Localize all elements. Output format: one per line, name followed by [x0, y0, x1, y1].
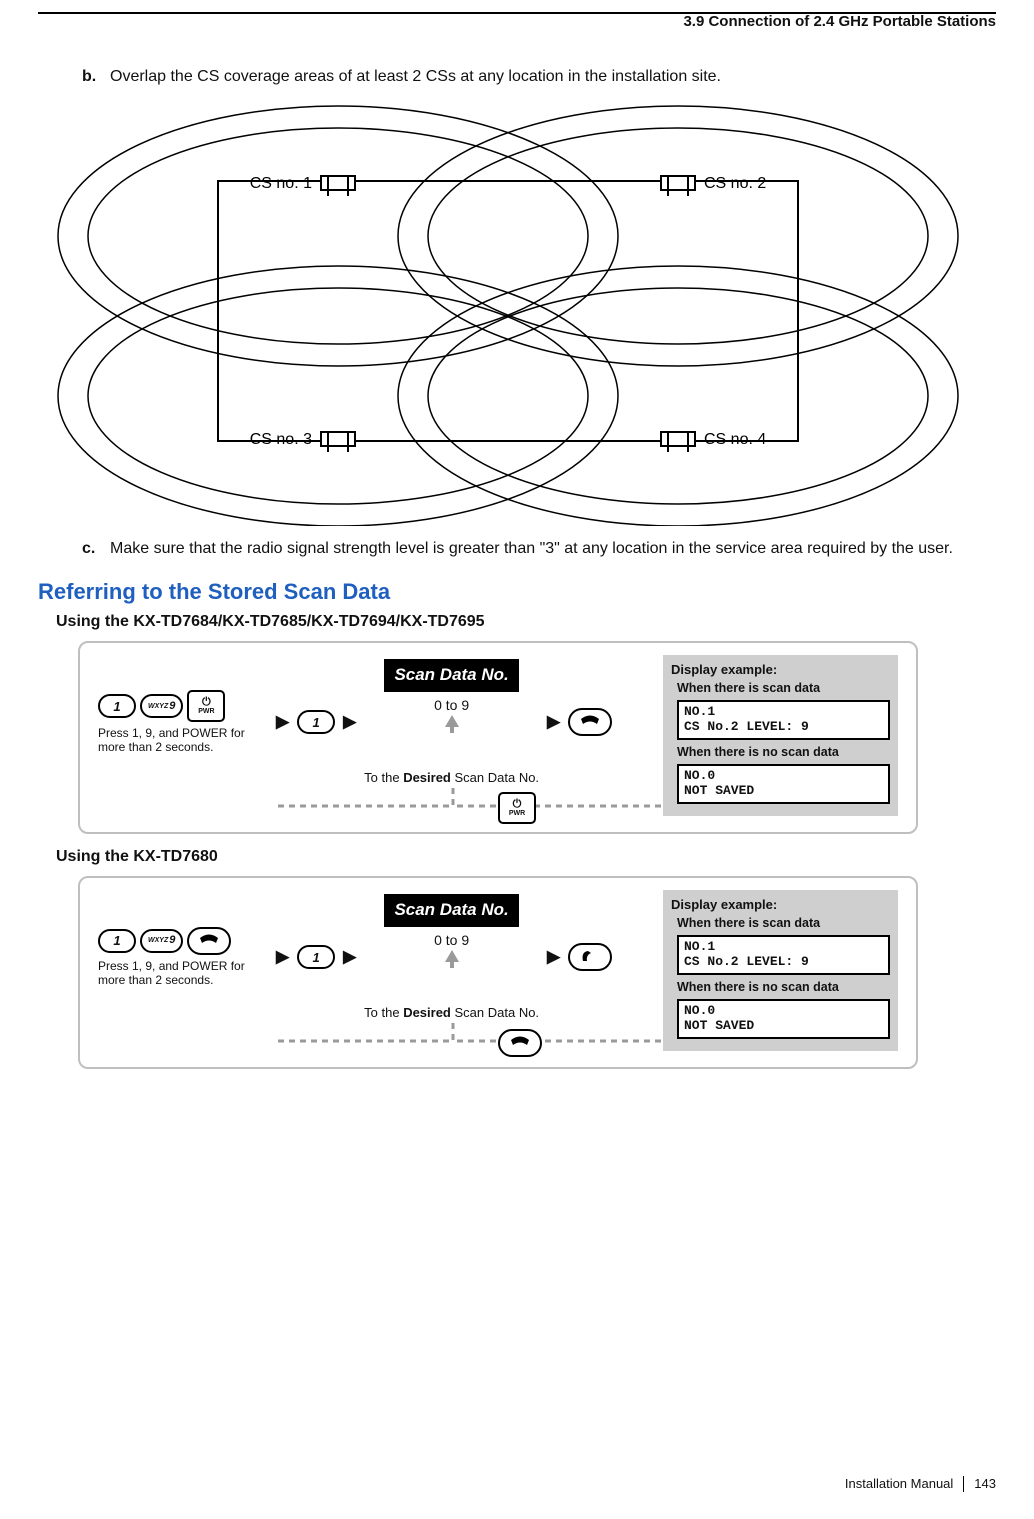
page-footer: Installation Manual 143	[845, 1475, 996, 1493]
section-heading: Referring to the Stored Scan Data	[38, 577, 996, 607]
key-1-icon: 1	[98, 929, 136, 953]
arrow-up-icon	[445, 950, 459, 968]
page-header-rule: 3.9 Connection of 2.4 GHz Portable Stati…	[38, 12, 996, 36]
lcd-has-data: NO.1 CS No.2 LEVEL: 9	[677, 935, 890, 975]
step-c-marker: c.	[82, 538, 110, 560]
to-desired-label: To the Desired Scan Data No.	[364, 769, 539, 787]
coverage-svg: CS no. 1 CS no. 2 CS no. 3 CS no. 4	[48, 96, 968, 526]
coverage-diagram: CS no. 1 CS no. 2 CS no. 3 CS no. 4	[48, 96, 996, 532]
arrow-right-icon: ▶	[276, 946, 289, 969]
procedure-0-heading: Using the KX-TD7684/KX-TD7685/KX-TD7694/…	[56, 611, 996, 633]
key-9-icon: WXYZ9	[140, 929, 183, 953]
no-data-label: When there is no scan data	[677, 979, 890, 996]
scan-range-label: 0 to 9	[434, 696, 469, 715]
step-c: c. Make sure that the radio signal stren…	[82, 538, 996, 560]
no-data-label: When there is no scan data	[677, 744, 890, 761]
section-header: 3.9 Connection of 2.4 GHz Portable Stati…	[683, 12, 996, 32]
cs-label-1: CS no. 1	[250, 175, 312, 192]
hook-down-return-icon	[498, 1029, 542, 1057]
key-9-icon: WXYZ9	[140, 694, 183, 718]
display-caption: Display example:	[671, 661, 890, 679]
hook-down-icon	[568, 708, 612, 736]
arrow-up-icon	[445, 715, 459, 733]
scan-data-no-field: Scan Data No.	[384, 659, 518, 692]
has-data-label: When there is scan data	[677, 680, 890, 697]
footer-doc-name: Installation Manual	[845, 1475, 953, 1493]
key-1-step2-icon: 1	[297, 945, 335, 969]
footer-page-number: 143	[974, 1475, 996, 1493]
arrow-right-icon: ▶	[547, 711, 560, 734]
key-1-step2-icon: 1	[297, 710, 335, 734]
lcd-no-data: NO.0 NOT SAVED	[677, 999, 890, 1039]
cs-label-2: CS no. 2	[704, 175, 766, 192]
key-1-icon: 1	[98, 694, 136, 718]
step-b-marker: b.	[82, 66, 110, 88]
hook-down-start-icon	[187, 927, 231, 955]
procedure-1-panel: 1 WXYZ9 Press 1, 9, and POWER for more t…	[78, 876, 918, 1069]
procedure-0-panel: 1 WXYZ9 ⏻ PWR Press 1, 9, and POWER for …	[78, 641, 918, 834]
step-c-text: Make sure that the radio signal strength…	[110, 538, 996, 560]
press-note: Press 1, 9, and POWER for more than 2 se…	[98, 726, 268, 755]
arrow-right-icon: ▶	[343, 946, 356, 969]
lcd-no-data: NO.0 NOT SAVED	[677, 764, 890, 804]
cs-label-3: CS no. 3	[250, 431, 312, 448]
step-b: b. Overlap the CS coverage areas of at l…	[82, 66, 996, 88]
to-desired-label: To the Desired Scan Data No.	[364, 1004, 539, 1022]
arrow-right-icon: ▶	[547, 946, 560, 969]
arrow-right-icon: ▶	[276, 711, 289, 734]
talk-icon	[568, 943, 612, 971]
display-example-box: Display example: When there is scan data…	[663, 890, 898, 1051]
footer-separator	[963, 1476, 964, 1492]
scan-range-label: 0 to 9	[434, 931, 469, 950]
press-note: Press 1, 9, and POWER for more than 2 se…	[98, 959, 268, 988]
has-data-label: When there is scan data	[677, 915, 890, 932]
lcd-has-data: NO.1 CS No.2 LEVEL: 9	[677, 700, 890, 740]
cs-label-4: CS no. 4	[704, 431, 766, 448]
power-button-return-icon: ⏻ PWR	[498, 792, 536, 824]
display-caption: Display example:	[671, 896, 890, 914]
procedure-1-heading: Using the KX-TD7680	[56, 846, 996, 868]
power-button-icon: ⏻ PWR	[187, 690, 225, 722]
display-example-box: Display example: When there is scan data…	[663, 655, 898, 816]
page: 3.9 Connection of 2.4 GHz Portable Stati…	[0, 0, 1034, 1519]
arrow-right-icon: ▶	[343, 711, 356, 734]
scan-data-no-field: Scan Data No.	[384, 894, 518, 927]
step-b-text: Overlap the CS coverage areas of at leas…	[110, 66, 996, 88]
